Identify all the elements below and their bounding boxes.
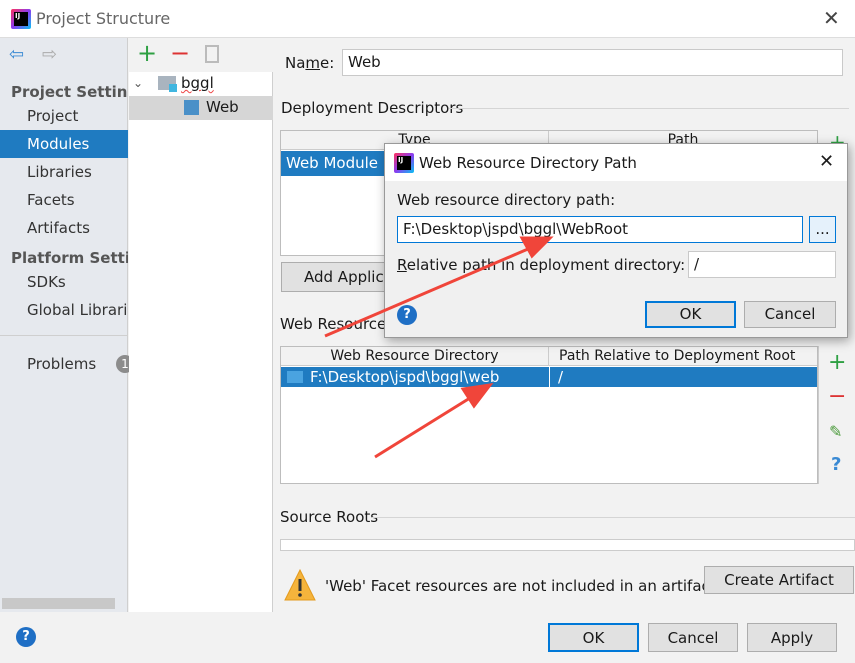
- web-resource-dir-cell: F:\Desktop\jspd\bggl\web: [310, 368, 500, 386]
- web-facet-icon: [184, 100, 199, 115]
- section-project-settings: Project Settings: [11, 83, 128, 101]
- divider: [372, 517, 855, 518]
- path-input[interactable]: F:\Desktop\jspd\bggl\WebRoot: [397, 216, 803, 243]
- horizontal-scrollbar[interactable]: [2, 598, 115, 609]
- help-icon[interactable]: ?: [16, 627, 36, 647]
- relative-path-input[interactable]: /: [688, 251, 836, 278]
- sidebar-item-project[interactable]: Project: [0, 102, 128, 130]
- column-path-relative[interactable]: Path Relative to Deployment Root: [549, 347, 817, 366]
- sidebar: ⇦ ⇨ Project Settings Project Modules Lib…: [0, 38, 134, 612]
- relative-path-label: Relative path in deployment directory:: [397, 256, 686, 274]
- path-label: Web resource directory path:: [397, 191, 616, 209]
- name-label: Name:: [285, 54, 335, 72]
- tree-item-web: Web: [206, 98, 239, 116]
- intellij-logo-icon: IJ: [394, 153, 414, 173]
- close-icon[interactable]: ✕: [823, 6, 840, 30]
- sidebar-item-artifacts[interactable]: Artifacts: [0, 214, 128, 242]
- remove-icon[interactable]: −: [170, 39, 190, 67]
- source-roots-label: Source Roots: [280, 508, 379, 526]
- web-resource-directory-dialog: IJ Web Resource Directory Path ✕ Web res…: [384, 143, 848, 338]
- sidebar-item-sdks[interactable]: SDKs: [0, 268, 128, 296]
- forward-arrow-icon[interactable]: ⇨: [42, 44, 57, 65]
- apply-button[interactable]: Apply: [747, 623, 837, 652]
- deployment-descriptors-label: Deployment Descriptors: [281, 99, 464, 117]
- column-web-resource-directory[interactable]: Web Resource Directory: [281, 347, 549, 366]
- dialog-ok-button[interactable]: OK: [645, 301, 736, 328]
- cell-divider: [549, 367, 550, 387]
- source-roots-list[interactable]: [280, 539, 855, 551]
- tree-item-web-row[interactable]: Web: [129, 96, 273, 120]
- sidebar-item-modules[interactable]: Modules: [0, 130, 128, 158]
- window-title: Project Structure: [36, 9, 171, 28]
- add-icon[interactable]: +: [828, 350, 846, 375]
- table-row[interactable]: F:\Desktop\jspd\bggl\web /: [281, 367, 817, 387]
- sidebar-item-facets[interactable]: Facets: [0, 186, 128, 214]
- back-arrow-icon[interactable]: ⇦: [9, 44, 24, 65]
- web-resource-directories-table[interactable]: Web Resource Directory Path Relative to …: [280, 346, 818, 484]
- dialog-title: Web Resource Directory Path: [419, 154, 637, 172]
- sidebar-item-global-libraries[interactable]: Global Libraries: [0, 296, 128, 324]
- copy-icon[interactable]: [205, 45, 219, 63]
- tree-toolbar: + −: [129, 38, 273, 72]
- browse-button[interactable]: ...: [809, 216, 836, 243]
- relative-path-cell: /: [558, 368, 564, 386]
- divider: [0, 335, 128, 336]
- intellij-logo-icon: IJ: [11, 9, 31, 29]
- warning-icon: [284, 568, 316, 601]
- sidebar-item-libraries[interactable]: Libraries: [0, 158, 128, 186]
- folder-module-icon: [158, 76, 177, 92]
- create-artifact-button[interactable]: Create Artifact: [704, 566, 854, 594]
- folder-icon: [287, 371, 303, 383]
- remove-icon[interactable]: −: [828, 384, 846, 409]
- section-platform-settings: Platform Settings: [11, 249, 128, 267]
- add-icon[interactable]: +: [137, 39, 157, 67]
- ok-button[interactable]: OK: [548, 623, 639, 652]
- name-input[interactable]: Web: [342, 49, 843, 76]
- chevron-down-icon[interactable]: ⌄: [133, 76, 143, 90]
- edit-pencil-icon[interactable]: ✎: [829, 422, 842, 441]
- web-resource-toolbar: + − ✎ ?: [818, 346, 855, 484]
- sidebar-item-problems[interactable]: Problems: [0, 350, 128, 378]
- dialog-title-bar: IJ Web Resource Directory Path ✕: [385, 144, 847, 181]
- dialog-help-button[interactable]: ?: [397, 305, 417, 325]
- dialog-cancel-button[interactable]: Cancel: [744, 301, 836, 328]
- divider: [449, 108, 849, 109]
- close-icon[interactable]: ✕: [819, 151, 834, 172]
- help-button[interactable]: ?: [16, 627, 36, 647]
- warning-message: 'Web' Facet resources are not included i…: [325, 577, 716, 595]
- module-tree: + − ⌄ bggl Web: [129, 38, 273, 612]
- tree-item-bggl[interactable]: bggl: [181, 74, 214, 92]
- cancel-button[interactable]: Cancel: [648, 623, 738, 652]
- title-bar: IJ Project Structure ✕: [0, 0, 855, 38]
- help-icon[interactable]: ?: [831, 454, 841, 475]
